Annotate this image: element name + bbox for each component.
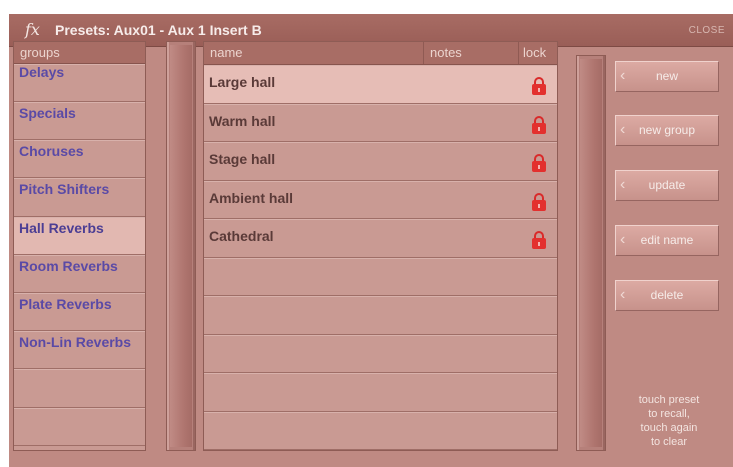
padlock-icon[interactable] <box>532 77 546 95</box>
presets-header: name notes lock <box>204 42 557 65</box>
presets-scroll-thumb[interactable] <box>580 59 602 447</box>
preset-row[interactable]: Ambient hall <box>204 181 557 219</box>
delete-button-label: delete <box>650 288 684 302</box>
group-item[interactable]: Specials <box>14 102 145 141</box>
name-column-header[interactable]: name <box>204 42 424 64</box>
preset-name: Cathedral <box>209 228 274 244</box>
new-group-button-label: new group <box>638 123 696 137</box>
update-button-label: update <box>648 178 686 192</box>
padlock-icon[interactable] <box>532 115 546 134</box>
update-button[interactable]: ‹ update <box>615 170 719 201</box>
group-item[interactable]: Plate Reverbs <box>14 293 145 332</box>
group-item[interactable]: Pitch Shifters <box>14 178 145 217</box>
padlock-icon[interactable] <box>532 192 546 211</box>
edit-name-button[interactable]: ‹ edit name <box>615 225 719 256</box>
preset-row-empty[interactable] <box>204 296 557 335</box>
preset-name: Warm hall <box>209 112 276 129</box>
preset-row-empty[interactable] <box>204 412 557 450</box>
close-button[interactable]: CLOSE <box>689 25 725 36</box>
chevron-left-icon: ‹ <box>620 176 626 193</box>
hint-line: touch again <box>640 422 698 434</box>
groups-list: groups Delays Specials Choruses Pitch Sh… <box>13 41 146 451</box>
preset-row[interactable]: Warm hall <box>204 104 557 142</box>
chevron-left-icon: ‹ <box>620 286 626 303</box>
preset-row-empty[interactable] <box>204 258 557 296</box>
chevron-left-icon: ‹ <box>620 121 626 138</box>
new-group-button[interactable]: ‹ new group <box>615 115 719 146</box>
preset-row-empty[interactable] <box>204 373 557 412</box>
hint-line: touch preset <box>638 394 700 406</box>
padlock-icon[interactable] <box>532 154 546 172</box>
preset-row[interactable]: Stage hall <box>204 142 557 181</box>
delete-button[interactable]: ‹ delete <box>615 280 719 311</box>
padlock-icon[interactable] <box>532 231 546 249</box>
edit-name-button-label: edit name <box>640 233 694 247</box>
lock-column-header[interactable]: lock <box>519 42 557 64</box>
group-item[interactable]: Delays <box>14 64 145 102</box>
recall-hint: touch preset to recall, touch again to c… <box>611 393 727 449</box>
group-item-empty[interactable] <box>14 369 145 408</box>
fx-logo: fx <box>25 20 40 39</box>
group-item-selected[interactable]: Hall Reverbs <box>14 216 145 255</box>
preset-row[interactable]: Cathedral <box>204 219 557 258</box>
window-title: Presets: Aux01 - Aux 1 Insert B <box>55 22 262 38</box>
preset-row-selected[interactable]: Large hall <box>204 65 557 104</box>
group-item[interactable]: Choruses <box>14 140 145 179</box>
group-item[interactable]: Room Reverbs <box>14 255 145 293</box>
groups-header: groups <box>14 42 145 64</box>
notes-column-header[interactable]: notes <box>424 42 519 64</box>
preset-name: Stage hall <box>209 151 276 167</box>
new-button[interactable]: ‹ new <box>615 61 719 92</box>
groups-scroll-thumb[interactable] <box>170 45 192 447</box>
hint-line: to recall, <box>648 408 690 420</box>
preset-name: Large hall <box>209 74 276 90</box>
chevron-left-icon: ‹ <box>620 67 626 84</box>
new-button-label: new <box>655 69 678 83</box>
hint-line: to clear <box>650 436 688 448</box>
preset-row-empty[interactable] <box>204 335 557 373</box>
group-item-empty[interactable] <box>14 408 145 446</box>
group-item[interactable]: Non-Lin Reverbs <box>14 331 145 370</box>
groups-scrollbar[interactable] <box>166 41 196 451</box>
chevron-left-icon: ‹ <box>620 231 626 248</box>
preset-name: Ambient hall <box>209 189 294 206</box>
presets-scrollbar[interactable] <box>576 55 606 451</box>
presets-list: name notes lock Large hall Warm hall Sta… <box>203 41 558 451</box>
